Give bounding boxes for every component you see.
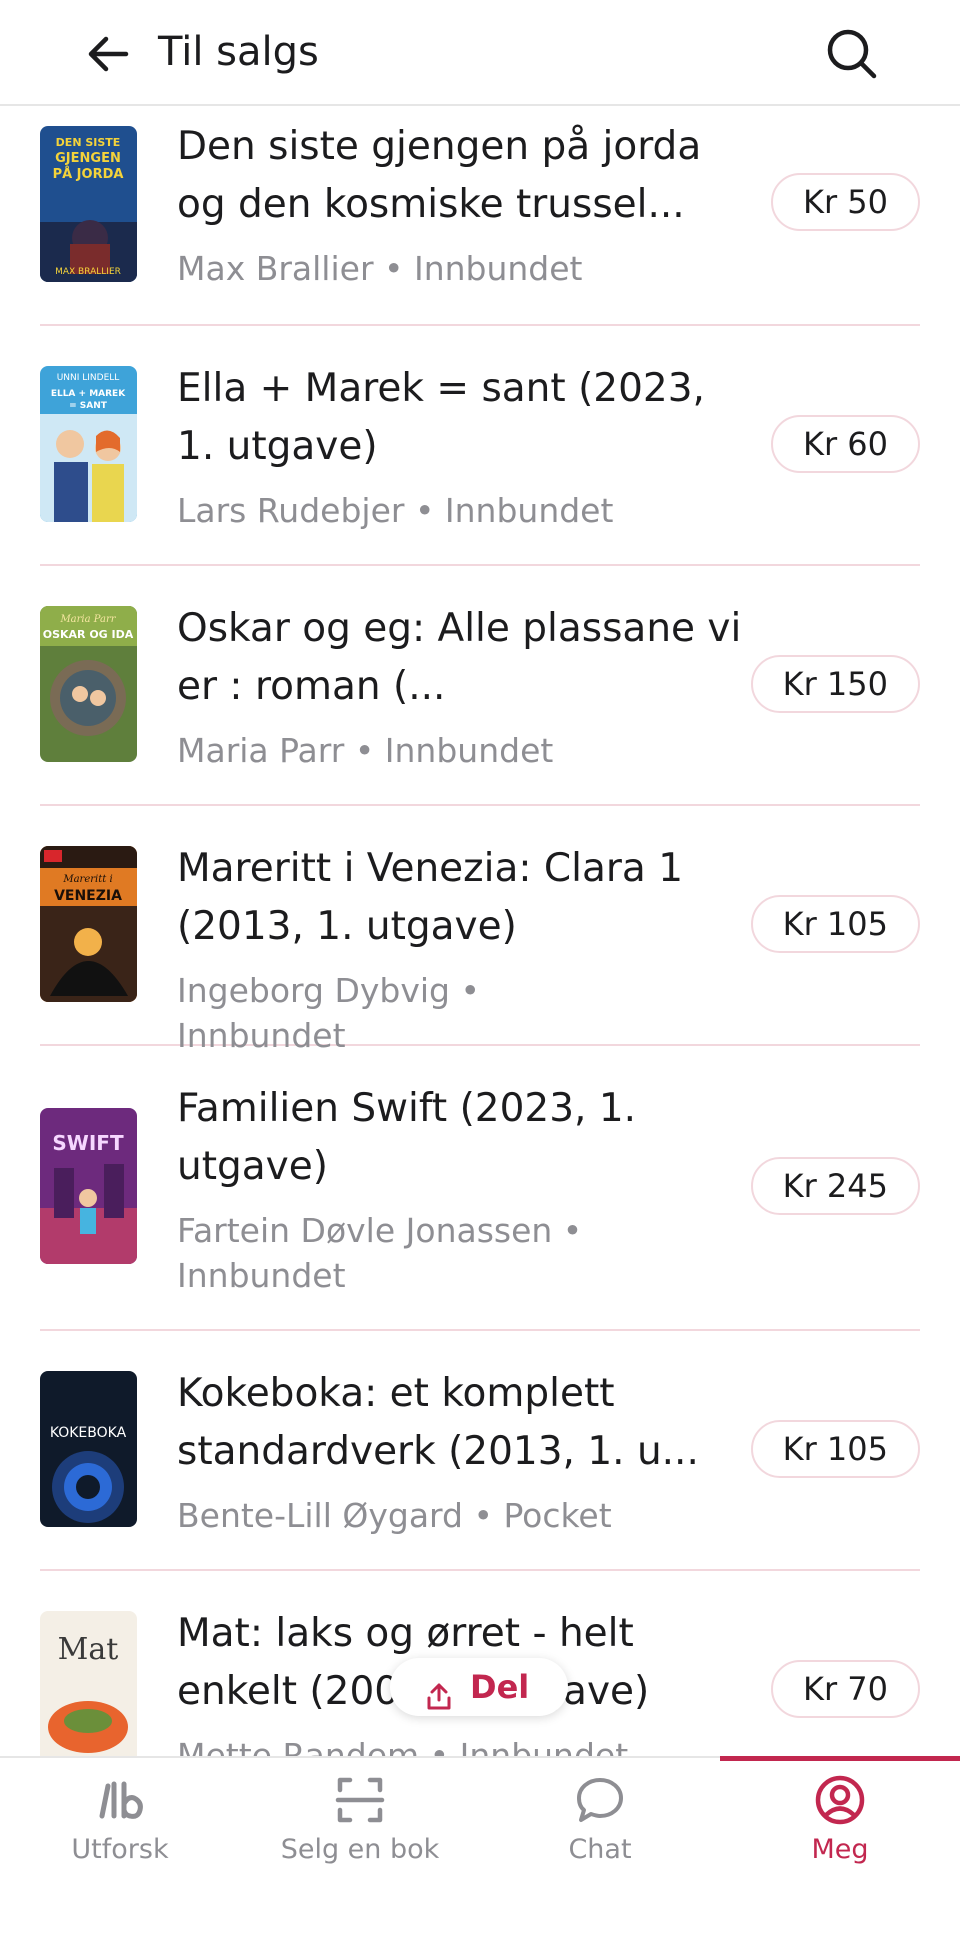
svg-text:SWIFT: SWIFT	[52, 1131, 124, 1155]
book-author-format: Lars Rudebjer • Innbundet	[177, 491, 614, 530]
svg-text:UNNI LINDELL: UNNI LINDELL	[57, 373, 120, 383]
svg-text:ELLA + MAREK: ELLA + MAREK	[51, 389, 126, 399]
tab-meg[interactable]: Meg	[720, 1756, 960, 1948]
svg-text:PÅ JORDA: PÅ JORDA	[53, 166, 124, 182]
list-item[interactable]: UNNI LINDELL ELLA + MAREK = SANT Ella + …	[40, 326, 920, 566]
book-title: Den siste gjengen på jorda og den kosmis…	[177, 124, 702, 227]
page-title: Til salgs	[158, 29, 319, 75]
book-author-format: Mette Randem • Innbundet	[177, 1736, 629, 1756]
tab-utforsk[interactable]: Utforsk	[0, 1758, 240, 1948]
scan-icon	[334, 1774, 386, 1826]
profile-icon	[814, 1774, 866, 1826]
book-title: Ella + Marek = sant (2023, 1. utgave)	[177, 366, 705, 469]
price-badge[interactable]: Kr 105	[750, 1420, 920, 1478]
book-cover-image: DEN SISTE GJENGEN PÅ JORDA MAX BRALLIER	[40, 126, 137, 282]
book-author-format: Bente-Lill Øygard • Pocket	[177, 1496, 612, 1535]
price-badge[interactable]: Kr 50	[770, 173, 920, 231]
svg-text:Mat: Mat	[58, 1632, 119, 1667]
book-list[interactable]: DEN SISTE GJENGEN PÅ JORDA MAX BRALLIER …	[0, 106, 960, 1756]
svg-text:= SANT: = SANT	[69, 401, 108, 411]
share-icon	[424, 1672, 454, 1710]
svg-text:DEN SISTE: DEN SISTE	[56, 136, 121, 149]
book-cover-image: Mareritt i VENEZIA	[40, 846, 137, 1002]
tab-label: Chat	[568, 1834, 632, 1865]
list-item[interactable]: Maria Parr OSKAR OG IDA Oskar og eg: All…	[40, 566, 920, 806]
book-cover-image: Mat	[40, 1611, 137, 1756]
tab-selg-en-bok[interactable]: Selg en bok	[240, 1758, 480, 1948]
book-cover-image: UNNI LINDELL ELLA + MAREK = SANT	[40, 366, 137, 522]
svg-text:OSKAR OG IDA: OSKAR OG IDA	[43, 628, 134, 641]
arrow-left-icon[interactable]	[82, 28, 134, 80]
book-author-format: Fartein Døvle Jonassen • Innbundet	[177, 1211, 583, 1295]
tab-label: Utforsk	[71, 1834, 169, 1865]
price-badge[interactable]: Kr 60	[770, 415, 920, 473]
price-badge[interactable]: Kr 70	[770, 1660, 920, 1718]
active-tab-indicator	[720, 1756, 960, 1761]
svg-text:MAX BRALLIER: MAX BRALLIER	[55, 267, 121, 277]
tab-label: Meg	[811, 1834, 869, 1865]
library-icon	[94, 1774, 146, 1826]
share-button[interactable]: Del	[390, 1658, 568, 1716]
share-label: Del	[470, 1668, 530, 1706]
price-badge[interactable]: Kr 105	[750, 895, 920, 953]
svg-text:VENEZIA: VENEZIA	[54, 888, 122, 904]
bottom-tab-bar: Utforsk Selg en bok Chat Meg	[0, 1756, 960, 1948]
tab-label: Selg en bok	[280, 1834, 440, 1865]
list-item[interactable]: SWIFT Familien Swift (2023, 1. utgave) F…	[40, 1046, 920, 1331]
app-header: Til salgs	[0, 0, 960, 106]
svg-text:GJENGEN: GJENGEN	[55, 151, 121, 166]
book-cover-image: SWIFT	[40, 1108, 137, 1264]
price-badge[interactable]: Kr 150	[750, 655, 920, 713]
svg-text:Mareritt i: Mareritt i	[62, 874, 112, 885]
price-badge[interactable]: Kr 245	[750, 1157, 920, 1215]
book-title: Kokeboka: et komplett standardverk (2013…	[177, 1371, 699, 1474]
book-title: Oskar og eg: Alle plassane vi er : roman…	[177, 606, 742, 709]
book-author-format: Maria Parr • Innbundet	[177, 731, 554, 770]
book-author-format: Ingeborg Dybvig • Innbundet	[177, 971, 480, 1055]
list-item[interactable]: KOKEBOKA Kokeboka: et komplett standardv…	[40, 1331, 920, 1571]
chat-bubble-icon	[574, 1774, 626, 1826]
book-cover-image: Maria Parr OSKAR OG IDA	[40, 606, 137, 762]
book-author-format: Max Brallier • Innbundet	[177, 249, 583, 288]
book-title: Mareritt i Venezia: Clara 1 (2013, 1. ut…	[177, 846, 684, 949]
search-icon[interactable]	[822, 24, 880, 82]
list-item[interactable]: Mareritt i VENEZIA Mareritt i Venezia: C…	[40, 806, 920, 1055]
book-cover-image: KOKEBOKA	[40, 1371, 137, 1527]
book-title: Familien Swift (2023, 1. utgave)	[177, 1086, 637, 1189]
tab-chat[interactable]: Chat	[480, 1758, 720, 1948]
svg-text:KOKEBOKA: KOKEBOKA	[50, 1425, 127, 1441]
list-item[interactable]: DEN SISTE GJENGEN PÅ JORDA MAX BRALLIER …	[40, 106, 920, 326]
svg-text:Maria Parr: Maria Parr	[59, 614, 116, 625]
